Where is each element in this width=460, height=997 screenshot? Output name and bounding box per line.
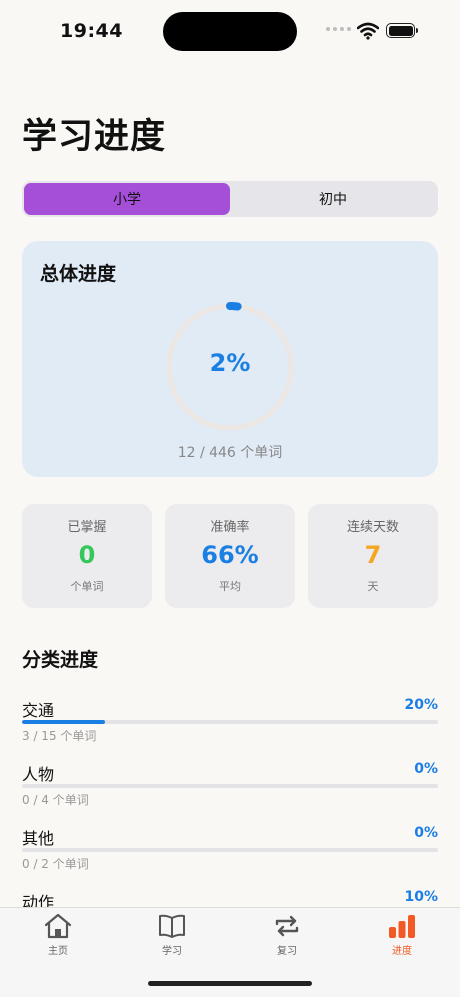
signal-icon (326, 27, 351, 31)
tab-label: 主页 (48, 946, 68, 957)
overall-progress-title: 总体进度 (40, 263, 117, 285)
overall-progress-card: 总体进度 2% 12 / 446 个单词 (22, 241, 438, 477)
category-progress-bar (22, 720, 438, 724)
tab-review[interactable]: 复习 (247, 912, 327, 957)
tab-home[interactable]: 主页 (18, 912, 98, 957)
category-progress-bar (22, 784, 438, 788)
tab-progress[interactable]: 进度 (362, 912, 442, 957)
repeat-icon (275, 915, 299, 937)
tab-label: 学习 (162, 946, 182, 957)
tab-study[interactable]: 学习 (132, 912, 212, 957)
status-bar: 19:44 (0, 0, 460, 64)
chart-bar-icon (389, 915, 415, 938)
category-percent: 0% (414, 825, 438, 841)
book-icon (159, 914, 185, 938)
category-name: 动作 (22, 893, 55, 907)
house-icon (44, 913, 72, 939)
home-indicator[interactable] (148, 981, 312, 986)
stat-value: 7 (364, 541, 382, 569)
battery-icon (386, 23, 418, 38)
category-name: 其他 (22, 829, 55, 848)
stat-unit: 个单词 (70, 580, 104, 593)
category-percent: 0% (414, 761, 438, 777)
stat-card-streak: 连续天数 7 天 (308, 504, 438, 608)
segment-primary-school[interactable]: 小学 (24, 183, 230, 215)
segment-middle-school[interactable]: 初中 (230, 183, 436, 215)
category-count: 0 / 4 个单词 (22, 793, 89, 807)
tab-label: 复习 (277, 946, 297, 957)
page-title: 学习进度 (22, 117, 167, 157)
wifi-icon (357, 22, 379, 40)
category-section-title: 分类进度 (22, 649, 99, 671)
stat-value: 0 (78, 541, 96, 569)
stat-label: 准确率 (210, 520, 250, 535)
overall-progress-count: 12 / 446 个单词 (177, 445, 283, 461)
dynamic-island (163, 12, 297, 51)
stat-unit: 天 (367, 580, 379, 593)
tab-label: 进度 (392, 946, 412, 957)
stat-card-mastered: 已掌握 0 个单词 (22, 504, 152, 608)
stat-unit: 平均 (219, 580, 241, 593)
grade-segmented-control: 小学 初中 (22, 181, 438, 217)
category-progress-bar (22, 848, 438, 852)
category-item-people[interactable]: 人物 0% 0 / 4 个单词 (22, 761, 438, 813)
stat-label: 已掌握 (67, 520, 107, 535)
category-name: 人物 (22, 765, 55, 784)
stat-card-accuracy: 准确率 66% 平均 (165, 504, 295, 608)
overall-progress-percent: 2% (209, 349, 251, 377)
category-percent: 20% (404, 697, 438, 713)
stat-value: 66% (201, 541, 259, 569)
category-item-action[interactable]: 动作 10% (22, 889, 438, 907)
status-time: 19:44 (60, 20, 123, 42)
category-name: 交通 (22, 701, 55, 720)
category-count: 3 / 15 个单词 (22, 729, 97, 743)
stat-label: 连续天数 (346, 520, 399, 535)
category-percent: 10% (404, 889, 438, 905)
category-item-transport[interactable]: 交通 20% 3 / 15 个单词 (22, 697, 438, 749)
category-item-other[interactable]: 其他 0% 0 / 2 个单词 (22, 825, 438, 877)
category-count: 0 / 2 个单词 (22, 857, 89, 871)
